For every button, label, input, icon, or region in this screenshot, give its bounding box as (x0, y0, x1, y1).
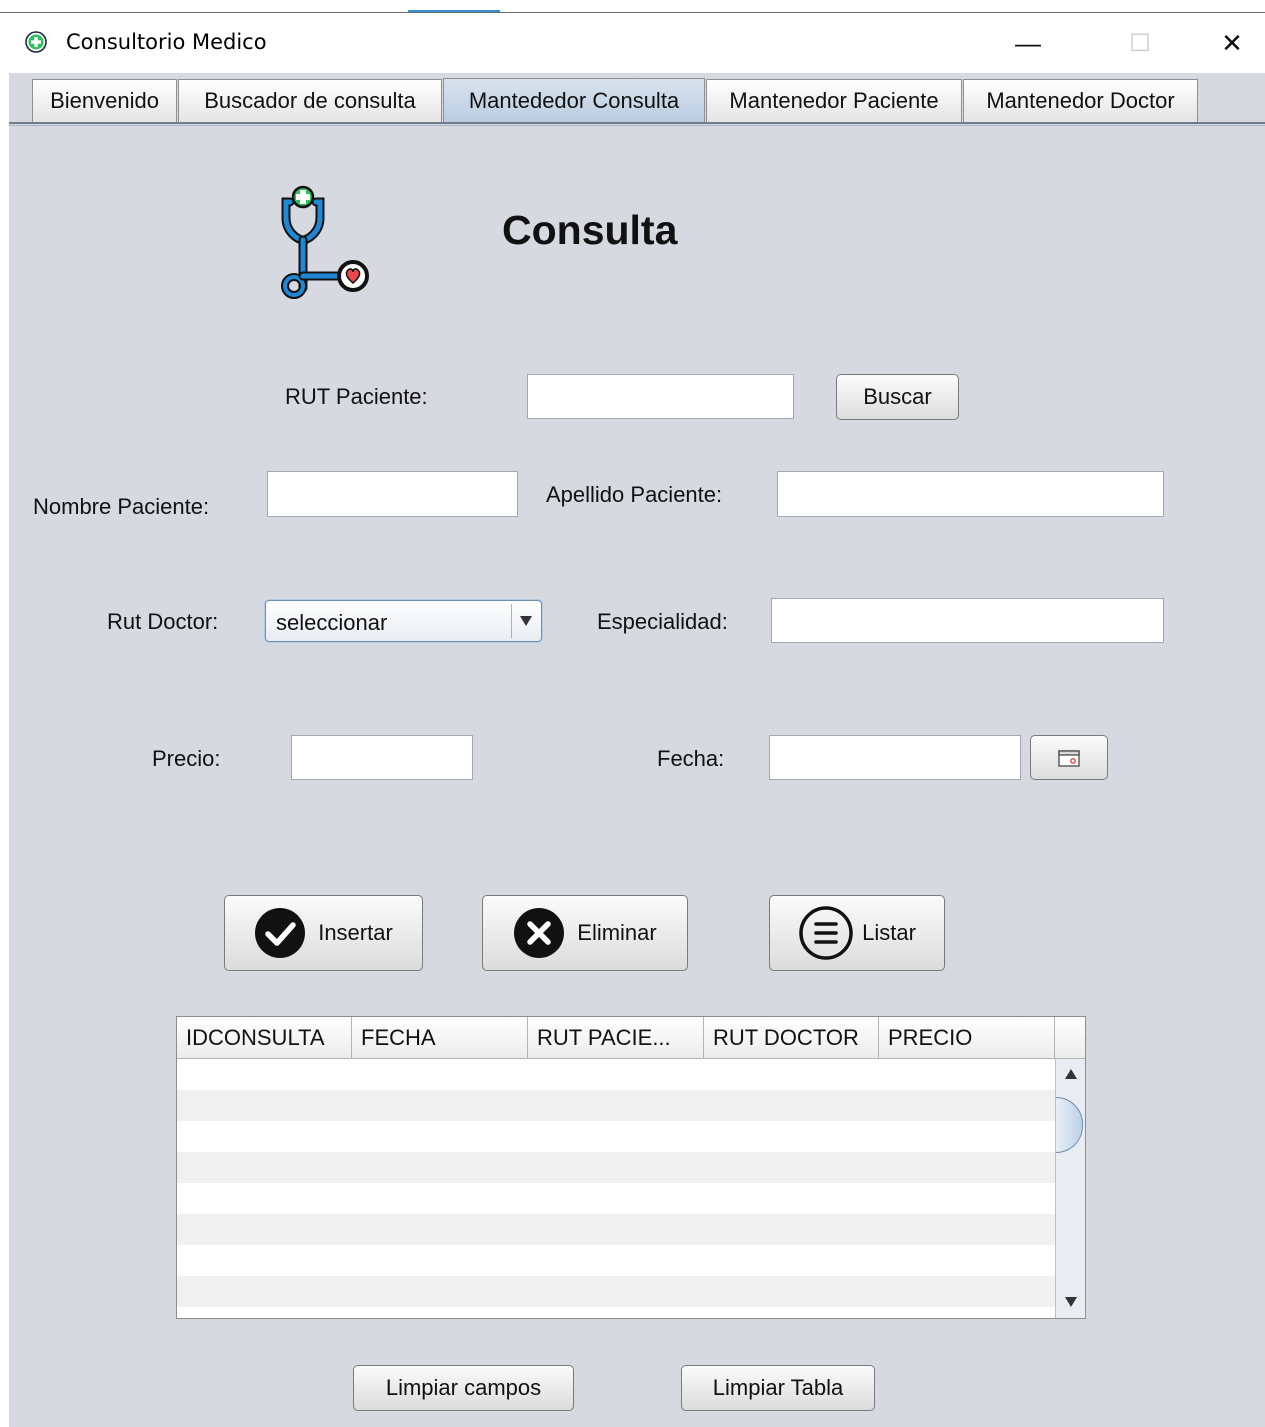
limpiar-tabla-button[interactable]: Limpiar Tabla (681, 1365, 875, 1411)
precio-label: Precio: (152, 746, 221, 771)
buscar-button[interactable]: Buscar (836, 374, 959, 420)
check-circle-icon (255, 908, 306, 958)
minimize-icon: — (1015, 27, 1041, 58)
fecha-label: Fecha: (657, 746, 725, 771)
table-row[interactable] (177, 1276, 1055, 1307)
close-icon: ✕ (1221, 27, 1243, 58)
precio-input[interactable] (291, 735, 473, 780)
maximize-icon: ☐ (1129, 29, 1151, 57)
fecha-input[interactable] (769, 735, 1021, 780)
tab-label: Buscador de consulta (204, 88, 416, 113)
insertar-label: Insertar (318, 920, 393, 945)
insertar-button[interactable]: Insertar (224, 895, 423, 971)
nombre-paciente-input[interactable] (267, 471, 518, 517)
minimize-button[interactable]: — (1006, 25, 1050, 61)
maximize-button[interactable]: ☐ (1118, 25, 1162, 61)
nombre-paciente-label: Nombre Paciente: (33, 494, 210, 519)
arrow-up-icon (1064, 1069, 1077, 1079)
apellido-paciente-input[interactable] (777, 471, 1164, 517)
especialidad-input[interactable] (771, 598, 1164, 643)
scroll-up-button[interactable] (1056, 1059, 1085, 1089)
apellido-paciente-label: Apellido Paciente: (546, 482, 723, 507)
column-header-label: RUT DOCTOR (713, 1024, 859, 1050)
rut-doctor-selected-value: seleccionar (276, 610, 388, 635)
column-header-label: PRECIO (888, 1024, 973, 1050)
rut-doctor-label: Rut Doctor: (107, 609, 219, 634)
column-header-idconsulta[interactable]: IDCONSULTA (177, 1017, 352, 1059)
especialidad-label: Especialidad: (597, 609, 728, 634)
tab-label: Mantenedor Paciente (729, 88, 939, 113)
table-row[interactable] (177, 1214, 1055, 1245)
tab-mantenedor-paciente[interactable]: Mantenedor Paciente (706, 79, 962, 122)
table-row[interactable] (177, 1245, 1055, 1276)
tab-mantenedor-doctor[interactable]: Mantenedor Doctor (963, 79, 1198, 122)
scroll-thumb[interactable] (1056, 1097, 1083, 1153)
tab-label: Mantenedor Doctor (986, 88, 1175, 113)
column-header-label: FECHA (361, 1024, 436, 1050)
window-title: Consultorio Medico (66, 30, 267, 54)
close-button[interactable]: ✕ (1210, 25, 1254, 61)
column-header-label: RUT PACIE... (537, 1024, 671, 1050)
column-header-fecha[interactable]: FECHA (352, 1017, 528, 1059)
table-row[interactable] (177, 1183, 1055, 1214)
calendar-button[interactable] (1030, 735, 1108, 780)
column-header-rut-doctor[interactable]: RUT DOCTOR (704, 1017, 879, 1059)
tab-buscador-consulta[interactable]: Buscador de consulta (178, 79, 442, 122)
limpiar-tabla-label: Limpiar Tabla (712, 1375, 844, 1400)
limpiar-campos-label: Limpiar campos (385, 1375, 542, 1400)
table-row[interactable] (177, 1152, 1055, 1183)
table-row[interactable] (177, 1121, 1055, 1152)
scroll-down-button[interactable] (1056, 1287, 1085, 1317)
column-header-corner (1055, 1017, 1085, 1059)
listar-label: Listar (862, 920, 916, 945)
tab-strip-border-inner (9, 125, 1265, 126)
consultas-table[interactable]: IDCONSULTA FECHA RUT PACIE... RUT DOCTOR… (176, 1016, 1086, 1319)
table-row[interactable] (177, 1059, 1055, 1090)
list-circle-icon (799, 906, 853, 960)
column-header-label: IDCONSULTA (186, 1024, 325, 1050)
buscar-label: Buscar (863, 384, 932, 409)
table-row[interactable] (177, 1090, 1055, 1121)
x-circle-icon (514, 908, 565, 958)
rut-paciente-input[interactable] (527, 374, 794, 419)
table-row[interactable] (177, 1307, 1055, 1318)
rut-doctor-select[interactable]: seleccionar (265, 600, 542, 642)
dropdown-arrow-button[interactable] (511, 604, 539, 638)
medical-cross-icon (25, 31, 47, 53)
tab-bienvenido[interactable]: Bienvenido (32, 79, 177, 122)
chevron-down-icon (519, 616, 532, 626)
calendar-icon (1058, 749, 1080, 767)
listar-button[interactable]: Listar (769, 895, 945, 971)
stethoscope-icon (281, 185, 369, 299)
page-heading: Consulta (502, 207, 678, 253)
eliminar-label: Eliminar (577, 920, 657, 945)
table-scrollbar[interactable] (1055, 1059, 1085, 1318)
tab-label: Mantededor Consulta (468, 88, 680, 113)
tab-label: Bienvenido (50, 88, 159, 113)
tab-strip-border (9, 122, 1265, 124)
rut-paciente-label: RUT Paciente: (285, 384, 428, 409)
arrow-down-icon (1064, 1297, 1077, 1307)
limpiar-campos-button[interactable]: Limpiar campos (353, 1365, 574, 1411)
tab-mantenedor-consulta[interactable]: Mantededor Consulta (443, 78, 705, 123)
column-header-precio[interactable]: PRECIO (879, 1017, 1055, 1059)
column-header-rut-paciente[interactable]: RUT PACIE... (528, 1017, 704, 1059)
eliminar-button[interactable]: Eliminar (482, 895, 688, 971)
